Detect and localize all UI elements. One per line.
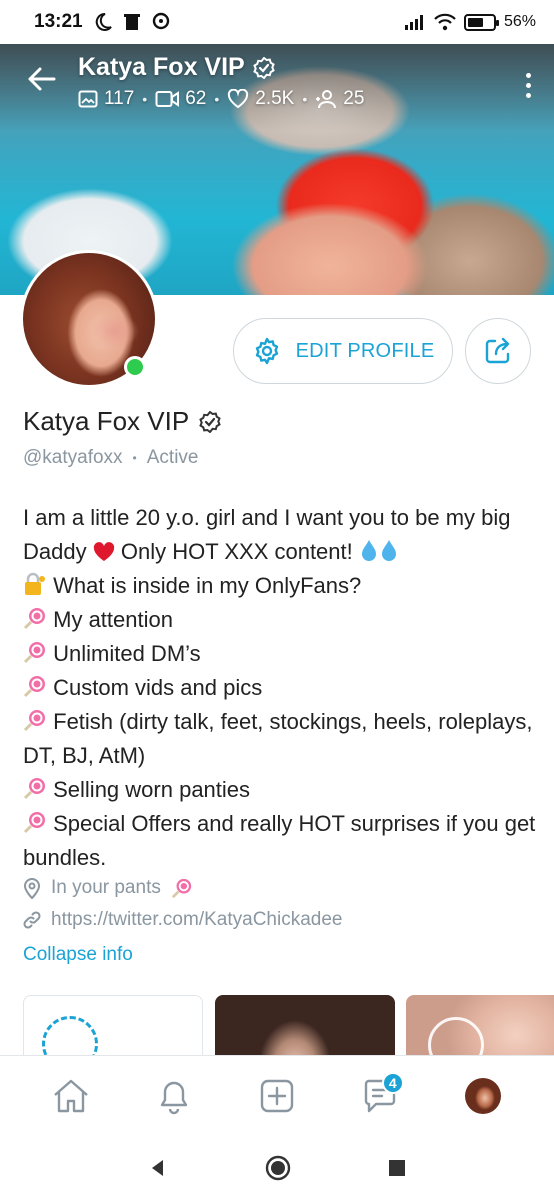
media-card[interactable] <box>406 995 554 1055</box>
trash-icon <box>123 14 140 30</box>
nav-avatar <box>464 1077 501 1114</box>
lollipop-icon <box>23 642 45 664</box>
likes-count: 2.5K <box>255 88 295 109</box>
collapse-info-link[interactable]: Collapse info <box>23 944 133 966</box>
profile-status: Active <box>146 447 199 468</box>
bell-icon <box>160 1081 188 1114</box>
lollipop-icon <box>23 778 45 800</box>
lollipop-icon <box>171 878 192 899</box>
dashed-circle-heart-icon <box>42 1016 98 1055</box>
header-name: Katya Fox VIP <box>78 53 245 81</box>
nav-messages[interactable]: 4 <box>350 1066 410 1126</box>
status-time: 13:21 <box>34 11 83 32</box>
likes-stat[interactable]: 2.5K <box>227 88 294 110</box>
user-icon <box>316 90 337 109</box>
bio-question: What is inside in my OnlyFans? <box>23 569 538 603</box>
image-icon <box>78 90 98 108</box>
nav-profile[interactable] <box>453 1066 513 1126</box>
header-stats: 117 • 62 • 2.5K • 25 <box>78 88 364 110</box>
bio-item: Selling worn panties <box>23 773 538 807</box>
back-triangle-icon[interactable] <box>148 1158 168 1178</box>
video-icon <box>155 91 180 107</box>
nav-notifications[interactable] <box>144 1066 204 1126</box>
photos-count: 117 <box>104 88 135 109</box>
media-strip <box>0 995 554 1055</box>
fans-stat[interactable]: 25 <box>315 88 364 110</box>
bio-item: Fetish (dirty talk, feet, stockings, hee… <box>23 709 533 768</box>
lollipop-icon <box>23 710 45 732</box>
status-bar: 13:21 56% <box>0 0 554 44</box>
arrow-left-icon <box>28 67 56 91</box>
header-title: Katya Fox VIP <box>78 53 364 82</box>
photos-stat[interactable]: 117 <box>78 88 134 110</box>
videos-count: 62 <box>185 88 207 109</box>
recents-square-icon[interactable] <box>388 1159 406 1177</box>
videos-stat[interactable]: 62 <box>155 88 206 110</box>
lollipop-icon <box>23 812 45 834</box>
media-card[interactable] <box>23 995 203 1055</box>
home-circle-icon[interactable] <box>264 1154 292 1182</box>
home-icon <box>54 1079 89 1112</box>
verified-icon <box>199 410 221 433</box>
verified-icon <box>252 56 275 79</box>
profile-name-text: Katya Fox VIP <box>23 406 190 436</box>
plus-square-icon <box>260 1079 294 1112</box>
bio-item: Unlimited DM’s <box>23 637 538 671</box>
signal-icon <box>404 15 423 30</box>
location-text: In your pants <box>51 877 161 898</box>
chat-bubble-icon <box>152 12 169 30</box>
lollipop-icon <box>23 676 45 698</box>
bio-item: My attention <box>23 603 538 637</box>
location-row: In your pants <box>23 877 193 899</box>
profile-bio: I am a little 20 y.o. girl and I want yo… <box>23 501 538 875</box>
lollipop-icon <box>23 608 45 630</box>
profile-name: Katya Fox VIP <box>23 406 221 437</box>
bottom-nav: 4 <box>0 1055 554 1135</box>
messages-badge: 4 <box>381 1071 404 1094</box>
share-button[interactable] <box>465 318 531 384</box>
fans-count: 25 <box>343 88 365 109</box>
red-heart-icon <box>93 542 114 561</box>
cover-header: Katya Fox VIP 117 • 62 • 2.5K • 25 <box>0 41 554 121</box>
handle-row: @katyafoxx • Active <box>23 447 199 468</box>
wifi-icon <box>434 13 456 31</box>
link-icon <box>23 911 41 929</box>
heart-icon <box>228 89 249 109</box>
sweat-droplets-icon <box>361 540 396 561</box>
bio-item: Custom vids and pics <box>23 671 538 705</box>
bio-intro: I am a little 20 y.o. girl and I want yo… <box>23 505 511 564</box>
online-indicator <box>124 356 146 378</box>
media-card[interactable] <box>215 995 395 1055</box>
moon-icon <box>95 12 112 31</box>
bio-item: Special Offers and really HOT surprises … <box>23 811 536 870</box>
map-pin-icon <box>23 878 41 899</box>
battery-icon <box>463 13 499 31</box>
more-options-button[interactable] <box>516 67 540 103</box>
nav-home[interactable] <box>41 1066 101 1126</box>
clock-icon <box>428 1017 484 1055</box>
share-icon <box>485 337 510 364</box>
battery-percent: 56% <box>503 13 536 30</box>
link-row[interactable]: https://twitter.com/KatyaChickadee <box>23 909 342 931</box>
profile-handle: @katyafoxx <box>23 447 123 468</box>
profile-link[interactable]: https://twitter.com/KatyaChickadee <box>51 909 342 931</box>
nav-add-post[interactable] <box>247 1066 307 1126</box>
back-button[interactable] <box>24 61 60 97</box>
edit-profile-button[interactable]: EDIT PROFILE <box>233 318 453 384</box>
edit-profile-label: EDIT PROFILE <box>295 339 435 362</box>
gear-icon <box>255 337 278 365</box>
system-nav <box>0 1135 554 1200</box>
lock-key-icon <box>25 572 45 595</box>
